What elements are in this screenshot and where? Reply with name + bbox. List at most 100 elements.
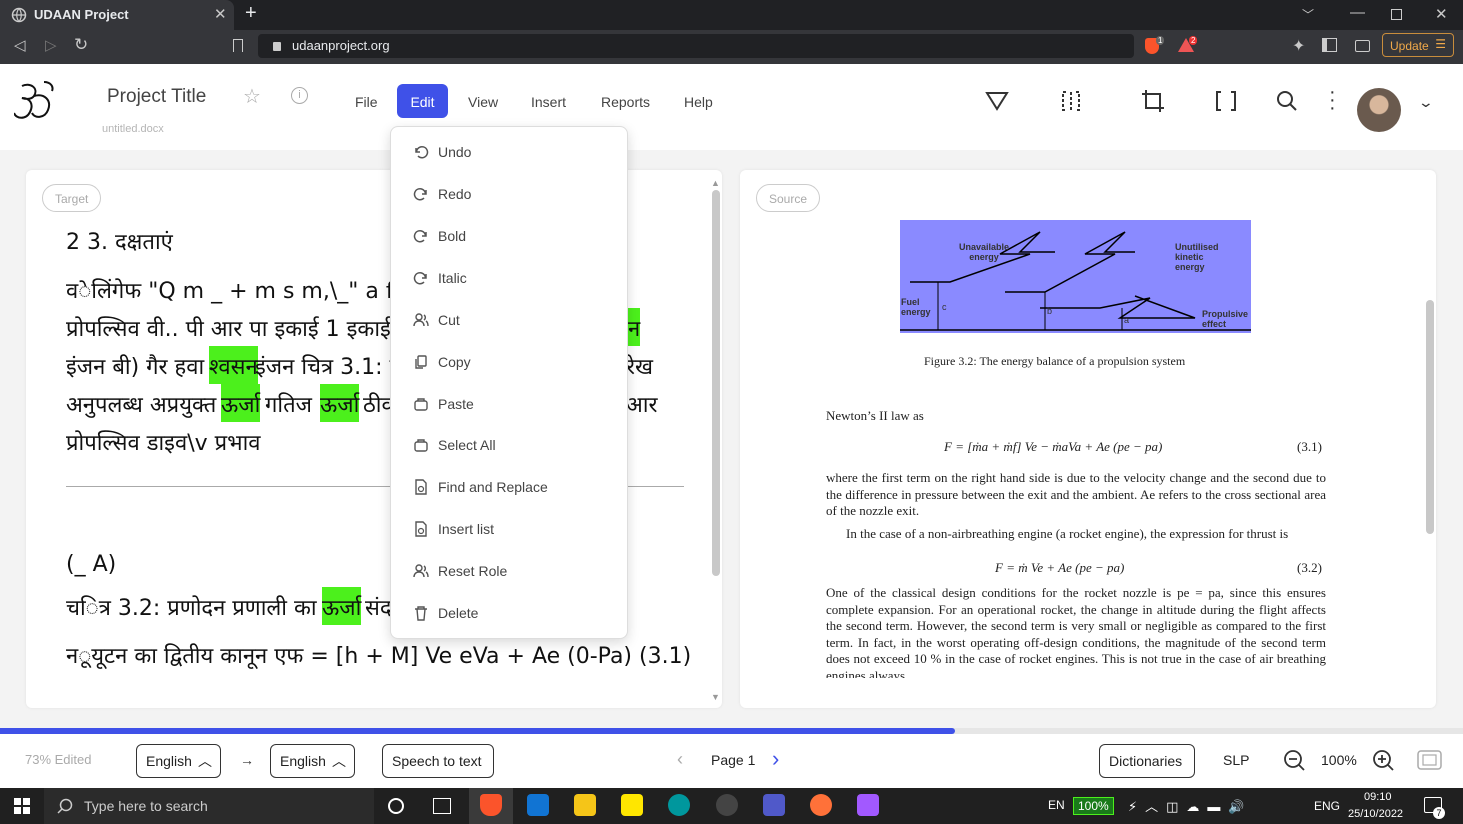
- menu-edit[interactable]: Edit: [397, 84, 448, 118]
- target-line-1[interactable]: 2 3. दक्षताएं: [66, 226, 173, 256]
- highlight-word[interactable]: श्वसन: [209, 346, 258, 384]
- sidebar-icon[interactable]: [1322, 38, 1337, 52]
- scroll-up-icon[interactable]: ▲: [711, 178, 720, 188]
- menu-item-redo[interactable]: Redo: [413, 186, 471, 202]
- figma-icon[interactable]: [857, 794, 879, 816]
- info-icon[interactable]: i: [291, 87, 308, 104]
- slp-button[interactable]: SLP: [1223, 752, 1249, 768]
- dictionaries-button[interactable]: Dictionaries: [1099, 744, 1195, 778]
- target-line-4b[interactable]: इंजन चित्र 3.1: प्र: [255, 351, 402, 381]
- menu-item-reset-role[interactable]: Reset Role: [413, 563, 507, 579]
- highlight-word[interactable]: ऊर्जा: [221, 384, 261, 422]
- clock-time[interactable]: 09:10: [1364, 791, 1392, 803]
- fit-screen-icon[interactable]: [1417, 750, 1442, 770]
- menu-item-select-all[interactable]: Select All: [413, 437, 496, 453]
- menu-item-label: Select All: [438, 437, 496, 453]
- target-fragment[interactable]: रेख: [626, 351, 653, 381]
- maximize-icon[interactable]: [1391, 9, 1402, 20]
- target-line-3[interactable]: प्रोपल्सिव वी.. पी आर पा इकाई 1 इकाई: [66, 313, 391, 343]
- input-language[interactable]: EN: [1048, 798, 1065, 812]
- menu-item-paste[interactable]: Paste: [413, 396, 474, 412]
- outlook-icon[interactable]: [527, 794, 549, 816]
- prev-page-icon[interactable]: ‹: [677, 749, 683, 770]
- source-language-select[interactable]: English ︿: [136, 744, 221, 778]
- highlight-word[interactable]: न: [628, 308, 641, 346]
- target-line-8[interactable]: च◌ित्र 3.2: प्रणोदन प्रणाली का: [66, 592, 317, 622]
- zoom-in-icon[interactable]: [1372, 749, 1394, 771]
- url-text[interactable]: udaanproject.org: [292, 38, 390, 53]
- tab-close-icon[interactable]: ✕: [214, 5, 227, 23]
- filter-icon[interactable]: [985, 90, 1009, 112]
- battery-indicator[interactable]: 100%: [1073, 797, 1114, 815]
- target-line-7[interactable]: (_ A): [66, 552, 116, 577]
- target-line-5[interactable]: अनुपलब्ध अप्रयुक्त: [66, 389, 216, 419]
- windows-start-icon[interactable]: [14, 798, 30, 814]
- menu-help[interactable]: Help: [684, 94, 713, 110]
- menu-view[interactable]: View: [468, 94, 498, 110]
- menu-item-label: Copy: [438, 354, 471, 370]
- menu-item-copy[interactable]: Copy: [413, 354, 471, 370]
- speech-to-text-button[interactable]: Speech to text: [382, 744, 494, 778]
- bookmark-icon[interactable]: [233, 39, 243, 52]
- target-fragment[interactable]: आर: [626, 389, 657, 419]
- project-title[interactable]: Project Title: [107, 86, 206, 108]
- new-tab-icon[interactable]: +: [245, 2, 257, 25]
- minimize-icon[interactable]: —: [1350, 4, 1365, 21]
- teams-icon[interactable]: [763, 794, 785, 816]
- keyboard-layout[interactable]: ENG: [1314, 799, 1340, 813]
- menu-insert[interactable]: Insert: [531, 94, 566, 110]
- task-view-icon[interactable]: [433, 798, 451, 814]
- back-icon[interactable]: ◁: [14, 36, 26, 54]
- target-scrollbar[interactable]: [712, 190, 720, 576]
- brave-icon[interactable]: [480, 794, 502, 816]
- menu-icon: ☰: [1435, 37, 1446, 51]
- target-line-6[interactable]: प्रोपल्सिव डाइव\v प्रभाव: [66, 427, 261, 457]
- highlight-word[interactable]: ऊर्जा: [322, 587, 362, 625]
- file-explorer-icon[interactable]: [574, 794, 596, 816]
- system-tray-icons[interactable]: ⚡︿◫☁▬🔊: [1128, 796, 1253, 815]
- split-view-icon[interactable]: [1061, 90, 1081, 112]
- source-para-3: One of the classical design conditions f…: [826, 585, 1326, 678]
- star-icon[interactable]: ☆: [243, 84, 261, 109]
- search-icon[interactable]: [1276, 90, 1298, 112]
- taskbar-search-placeholder[interactable]: Type here to search: [84, 798, 208, 814]
- avatar[interactable]: [1357, 88, 1401, 132]
- zoom-out-icon[interactable]: [1283, 749, 1305, 771]
- sticky-notes-icon[interactable]: [621, 794, 643, 816]
- forward-icon[interactable]: ▷: [45, 36, 57, 54]
- chevron-down-icon[interactable]: ⌄: [1418, 94, 1434, 111]
- target-line-4[interactable]: इंजन बी) गैर हवा: [66, 351, 204, 381]
- menu-item-cut[interactable]: Cut: [413, 312, 460, 328]
- scroll-down-icon[interactable]: ▼: [711, 692, 720, 702]
- tab-search-icon[interactable]: ﹀: [1302, 6, 1314, 23]
- source-scrollbar[interactable]: [1426, 300, 1434, 534]
- crop-icon[interactable]: [1141, 90, 1165, 112]
- target-language-select[interactable]: English ︿: [270, 744, 355, 778]
- target-word[interactable]: गतिज: [265, 389, 312, 419]
- window-close-icon[interactable]: ✕: [1435, 5, 1448, 23]
- extensions-icon[interactable]: ✦: [1292, 36, 1305, 56]
- menu-item-delete[interactable]: Delete: [413, 605, 478, 621]
- menu-item-bold[interactable]: Bold: [413, 228, 466, 244]
- menu-file[interactable]: File: [355, 94, 378, 110]
- reload-icon[interactable]: ↻: [74, 35, 88, 55]
- arduino-icon[interactable]: [668, 794, 690, 816]
- menu-item-find-replace[interactable]: Find and Replace: [413, 479, 548, 495]
- next-page-icon[interactable]: ›: [772, 746, 779, 772]
- target-word[interactable]: संद: [365, 592, 392, 622]
- more-options-icon[interactable]: · · ·: [1329, 82, 1336, 118]
- clock-date[interactable]: 25/10/2022: [1348, 808, 1403, 820]
- wallet-icon[interactable]: [1355, 40, 1370, 52]
- update-button[interactable]: Update ☰: [1382, 33, 1454, 57]
- cortana-icon[interactable]: [388, 798, 404, 814]
- menu-reports[interactable]: Reports: [601, 94, 650, 110]
- fullscreen-bracket-icon[interactable]: [1215, 90, 1237, 112]
- menu-item-italic[interactable]: Italic: [413, 270, 467, 286]
- target-line-2[interactable]: व◌ेलिंगेफ "Q m _ + m s m,\_" a f: [66, 275, 394, 305]
- menu-item-undo[interactable]: Undo: [413, 144, 471, 160]
- firefox-icon[interactable]: [810, 794, 832, 816]
- obs-icon[interactable]: [716, 794, 738, 816]
- highlight-word[interactable]: ऊर्जा: [320, 384, 360, 422]
- menu-item-insert-list[interactable]: Insert list: [413, 521, 494, 537]
- target-line-9[interactable]: न◌ूयूटन का द्वितीय कानून एफ = [h + M] Ve…: [66, 640, 691, 670]
